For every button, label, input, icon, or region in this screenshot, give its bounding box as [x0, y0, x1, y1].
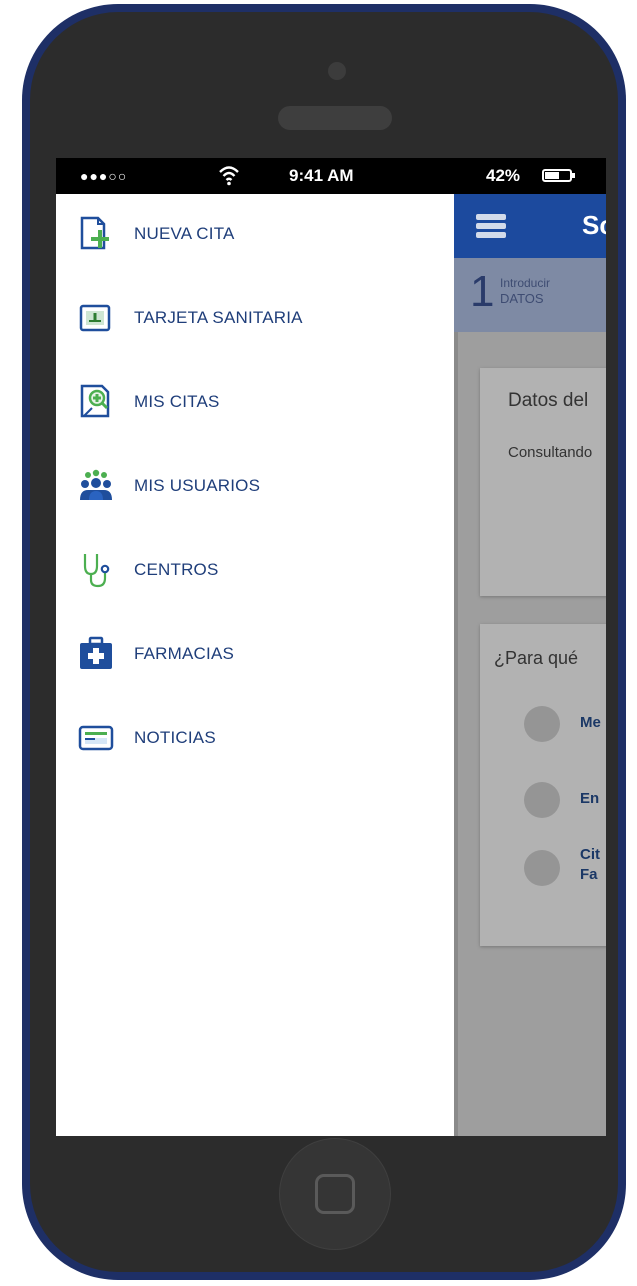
- step-label-bottom: DATOS: [500, 291, 544, 306]
- menu-item-mis-usuarios[interactable]: MIS USUARIOS: [56, 454, 454, 518]
- menu-item-tarjeta-sanitaria[interactable]: TARJETA SANITARIA: [56, 286, 454, 350]
- menu-label: FARMACIAS: [134, 644, 235, 663]
- option-label: Cit: [580, 846, 600, 863]
- menu-label: MIS USUARIOS: [134, 476, 261, 495]
- radio-option-1[interactable]: [524, 706, 560, 742]
- step-number: 1: [470, 267, 495, 316]
- news-icon: [78, 725, 114, 751]
- drawer-edge-shadow: [454, 194, 458, 1136]
- battery-icon: [542, 169, 575, 182]
- menu-item-noticias[interactable]: NOTICIAS: [56, 706, 454, 770]
- step-indicator: 1 Introducir DATOS: [454, 258, 606, 332]
- menu-label: MIS CITAS: [134, 392, 220, 411]
- option-label: En: [580, 790, 600, 807]
- status-bar: ●●●○○ 9:41 AM 42%: [56, 158, 606, 194]
- phone-screen: ●●●○○ 9:41 AM 42% NUEVA CITA TARJETA SAN…: [56, 158, 606, 1136]
- menu-item-farmacias[interactable]: FARMACIAS: [56, 622, 454, 686]
- menu-item-mis-citas[interactable]: MIS CITAS: [56, 370, 454, 434]
- battery-percent: 42%: [486, 166, 521, 185]
- menu-item-nueva-cita[interactable]: NUEVA CITA: [56, 202, 454, 266]
- card-title: ¿Para qué: [494, 648, 579, 668]
- menu-label: NUEVA CITA: [134, 224, 235, 243]
- option-label-line2: Fa: [580, 866, 598, 883]
- menu-item-centros[interactable]: CENTROS: [56, 538, 454, 602]
- clock: 9:41 AM: [289, 166, 354, 185]
- menu-icon[interactable]: [476, 214, 506, 238]
- front-camera: [328, 62, 346, 80]
- first-aid-kit-icon: [80, 636, 112, 669]
- app-title: Sc: [582, 210, 606, 240]
- menu-label: CENTROS: [134, 560, 219, 579]
- signal-strength: ●●●○○: [80, 168, 128, 184]
- home-square-icon: [315, 1174, 355, 1214]
- step-label-top: Introducir: [500, 276, 551, 290]
- menu-label: TARJETA SANITARIA: [134, 308, 303, 327]
- new-appointment-icon: [80, 216, 109, 250]
- stethoscope-icon: [83, 554, 110, 588]
- radio-option-3[interactable]: [524, 850, 560, 886]
- earpiece-speaker: [278, 106, 392, 130]
- health-card-icon: [79, 304, 111, 332]
- app-header: Sc: [454, 194, 606, 258]
- card-subtitle: Consultando: [508, 444, 593, 461]
- radio-option-2[interactable]: [524, 782, 560, 818]
- side-menu: NUEVA CITA TARJETA SANITARIA MIS CITAS M…: [56, 194, 454, 1136]
- main-app-overlay[interactable]: Sc 1 Introducir DATOS Datos del Consulta…: [454, 194, 606, 1136]
- option-label: Me: [580, 714, 601, 731]
- menu-label: NOTICIAS: [134, 728, 216, 747]
- wifi-icon: [219, 166, 239, 186]
- data-card: Datos del Consultando: [480, 368, 606, 596]
- purpose-card: ¿Para qué Me En Cit Fa: [480, 624, 606, 946]
- my-appointments-icon: [80, 384, 110, 418]
- users-icon: [80, 469, 112, 500]
- home-button[interactable]: [279, 1138, 391, 1250]
- card-title: Datos del: [508, 390, 589, 411]
